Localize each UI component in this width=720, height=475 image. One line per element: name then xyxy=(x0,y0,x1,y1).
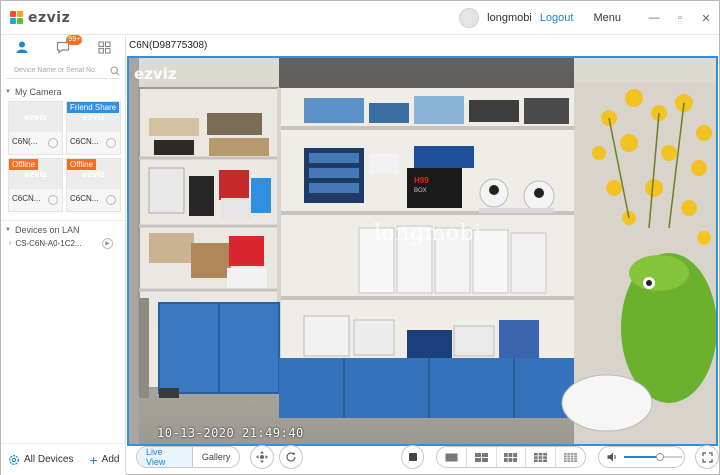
username: longmobi xyxy=(487,12,532,24)
view-mode-toggle: Live View Gallery xyxy=(136,446,241,468)
stop-button[interactable] xyxy=(400,445,425,469)
lan-header[interactable]: ▼ Devices on LAN xyxy=(1,220,125,236)
layout-4-button[interactable] xyxy=(467,447,497,467)
menu-button[interactable]: Menu xyxy=(593,12,621,24)
maximize-button[interactable]: ▫ xyxy=(667,1,693,35)
main-area: C6N(D98775308) H99 BOX ezviz longmobi 10… xyxy=(126,35,719,475)
osd-timestamp: 10-13-2020 21:49:40 xyxy=(157,426,304,440)
camera-thumb-name: C6CN... xyxy=(70,137,99,146)
layout-quad-icon xyxy=(474,452,488,462)
logo-text: ezviz xyxy=(28,10,71,26)
lan-device-row[interactable]: › CS-C6N-A0-1C2... ▶ xyxy=(1,236,125,250)
speaker-icon[interactable] xyxy=(607,452,618,462)
sidebar: 99+ ▼ My Camera ezviz C6N(... ezviz Frie… xyxy=(1,35,126,475)
logout-link[interactable]: Logout xyxy=(540,12,574,24)
ezviz-logo: ezviz xyxy=(10,10,70,26)
layout-six-icon xyxy=(504,452,518,462)
fullscreen-button[interactable] xyxy=(695,445,719,469)
caret-down-icon: ▼ xyxy=(5,89,11,95)
my-camera-header[interactable]: ▼ My Camera xyxy=(1,85,125,99)
add-device-button[interactable]: + Add xyxy=(89,451,120,468)
grid-icon xyxy=(98,40,111,54)
layout-switcher xyxy=(436,446,587,468)
playback-icon[interactable] xyxy=(106,195,116,205)
live-video-view[interactable]: H99 BOX ezviz longmobi 10-13-2020 21:49:… xyxy=(127,56,718,446)
camera-thumb-name: C6CN... xyxy=(12,194,41,203)
camera-thumbnails: ezviz C6N(... ezviz Friend Share C6CN...… xyxy=(1,101,125,212)
gallery-button[interactable]: Gallery xyxy=(193,447,240,467)
user-icon xyxy=(16,41,28,53)
live-view-button[interactable]: Live View xyxy=(137,447,193,467)
playback-icon[interactable] xyxy=(48,138,58,148)
play-icon[interactable]: ▶ xyxy=(102,237,113,249)
ezviz-app-window: ezviz longmobi Logout Menu — ▫ ✕ 99+ Dev… xyxy=(0,0,720,475)
user-area: longmobi Logout Menu — ▫ ✕ xyxy=(459,1,719,35)
add-label: Add xyxy=(101,454,120,465)
layout-single-icon xyxy=(445,453,458,461)
layout-nine-icon xyxy=(534,452,547,462)
product-box-label: H99 xyxy=(414,176,429,185)
all-devices-button[interactable]: All Devices xyxy=(8,454,73,466)
lan-device-name: CS-C6N-A0-1C2... xyxy=(15,238,82,248)
title-bar: ezviz longmobi Logout Menu — ▫ ✕ xyxy=(1,1,719,35)
gear-icon xyxy=(9,454,19,465)
layout-9-button[interactable] xyxy=(526,447,556,467)
offline-tag: Offline xyxy=(9,159,38,170)
caret-right-icon: › xyxy=(9,239,12,247)
sidebar-footer: All Devices + Add xyxy=(1,443,125,475)
camera-frame: H99 BOX xyxy=(129,58,716,444)
tab-grid[interactable] xyxy=(84,35,125,59)
ptz-button[interactable] xyxy=(250,445,275,469)
search-icon[interactable] xyxy=(110,65,120,76)
camera-thumb-name: C6CN... xyxy=(70,194,99,203)
my-camera-title: My Camera xyxy=(14,87,62,97)
friend-share-tag: Friend Share xyxy=(67,102,120,113)
playback-icon[interactable] xyxy=(48,195,58,205)
device-search xyxy=(6,63,120,79)
ptz-direction-icon xyxy=(256,451,269,463)
minimize-button[interactable]: — xyxy=(641,1,667,35)
offline-tag: Offline xyxy=(67,159,96,170)
tab-messages[interactable]: 99+ xyxy=(42,35,83,59)
close-icon: ✕ xyxy=(701,12,711,25)
ezviz-thumb-logo: ezviz xyxy=(9,102,62,132)
caret-down-icon: ▼ xyxy=(5,226,11,233)
layout-16-button[interactable] xyxy=(556,447,586,467)
close-button[interactable]: ✕ xyxy=(693,1,719,35)
volume-control xyxy=(598,446,686,468)
osd-ezviz-logo: ezviz xyxy=(134,65,177,83)
playback-controls: Live View Gallery xyxy=(126,439,719,475)
refresh-button[interactable] xyxy=(279,445,303,469)
plus-icon: + xyxy=(89,451,98,468)
search-input[interactable] xyxy=(6,67,110,74)
lan-title: Devices on LAN xyxy=(14,224,80,235)
product-box-sublabel: BOX xyxy=(414,188,427,194)
camera-thumb[interactable]: ezviz Offline C6CN... xyxy=(66,158,121,212)
fullscreen-icon xyxy=(702,451,713,463)
stop-icon xyxy=(408,453,417,461)
camera-thumb-name: C6N(... xyxy=(12,137,38,146)
camera-thumb[interactable]: ezviz Friend Share C6CN... xyxy=(66,101,121,155)
sidebar-tabs: 99+ xyxy=(1,35,125,59)
message-count-badge: 99+ xyxy=(66,35,83,45)
camera-thumb[interactable]: ezviz Offline C6CN... xyxy=(8,158,63,212)
volume-knob[interactable] xyxy=(656,453,665,461)
playback-icon[interactable] xyxy=(106,138,116,148)
layout-6-button[interactable] xyxy=(497,447,527,467)
camera-title: C6N(D98775308) xyxy=(129,39,208,51)
minimize-icon: — xyxy=(648,12,660,24)
tab-devices[interactable] xyxy=(1,35,42,59)
volume-slider[interactable] xyxy=(624,453,683,461)
volume-fill xyxy=(624,456,661,458)
watermark-text: longmobi xyxy=(374,221,482,246)
avatar[interactable] xyxy=(459,8,480,28)
layout-1-button[interactable] xyxy=(437,447,468,467)
layout-sixteen-icon xyxy=(564,452,578,462)
refresh-icon xyxy=(286,452,296,462)
ezviz-logo-icon xyxy=(10,11,24,25)
maximize-icon: ▫ xyxy=(678,12,682,24)
camera-thumb[interactable]: ezviz C6N(... xyxy=(8,101,63,155)
all-devices-label: All Devices xyxy=(24,454,74,465)
